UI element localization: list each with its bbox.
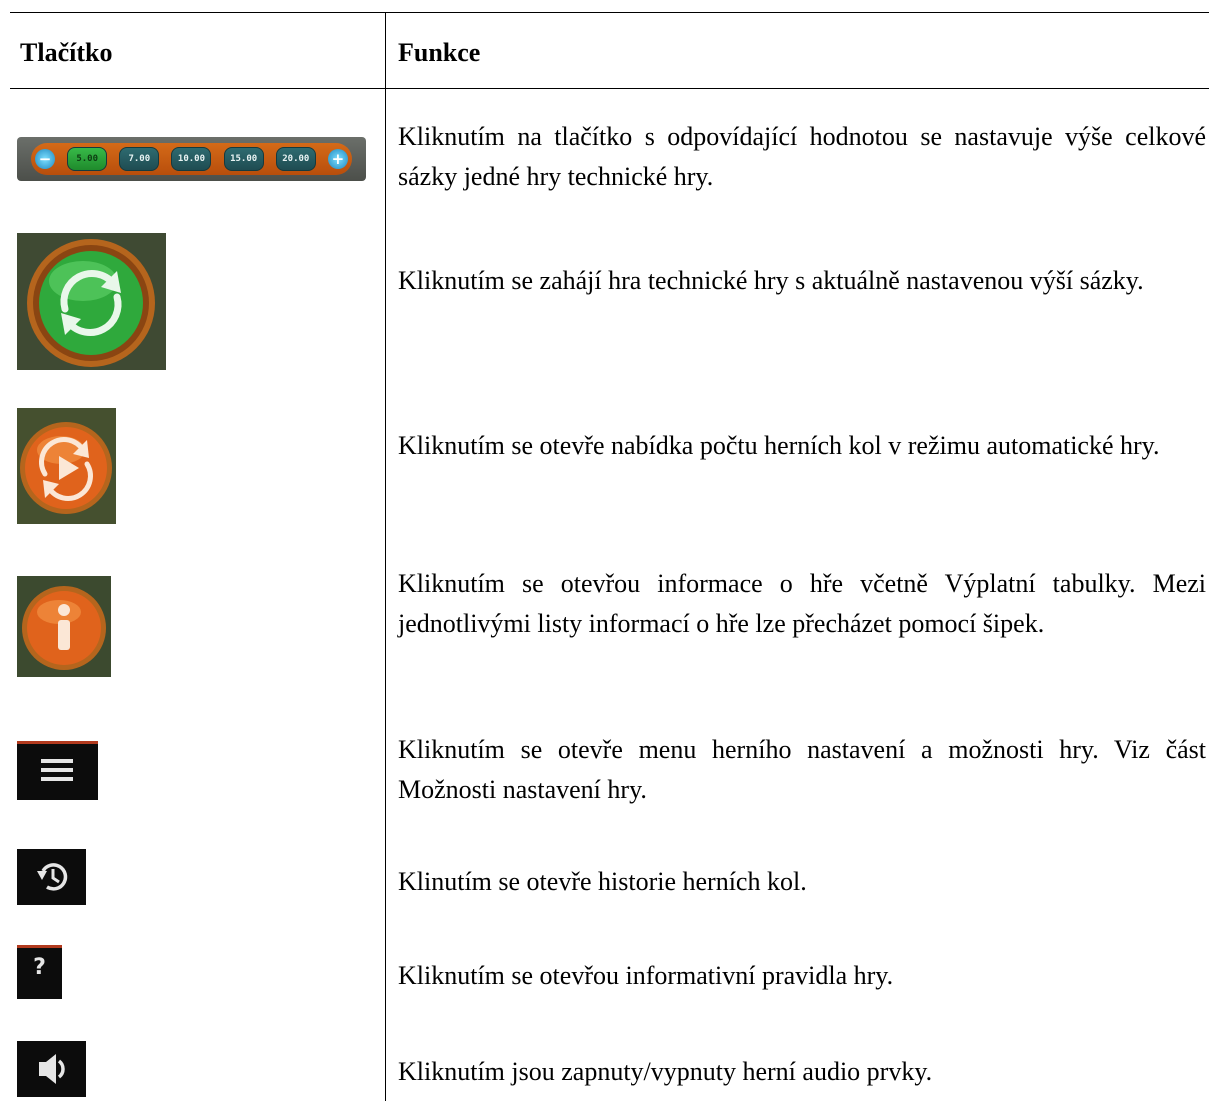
info-icon[interactable] xyxy=(17,576,111,677)
row-description: Klinutím se otevře historie herních kol. xyxy=(398,867,807,896)
table-header-border xyxy=(10,88,1209,89)
bet-option-button[interactable]: 10.00 xyxy=(171,147,212,171)
row-description: Kliknutím se otevře nabídka počtu herníc… xyxy=(398,431,1160,460)
icon-accent-line xyxy=(17,945,62,948)
row-description: Kliknutím jsou zapnuty/vypnuty herní aud… xyxy=(398,1057,933,1086)
row-description: Kliknutím na tlačítko s odpovídající hod… xyxy=(398,122,1206,191)
bet-decrease-button[interactable]: − xyxy=(35,149,55,169)
hamburger-menu-icon[interactable] xyxy=(17,741,98,800)
speaker-icon[interactable] xyxy=(17,1041,86,1097)
header-button: Tlačítko xyxy=(20,38,113,67)
table-top-border xyxy=(10,12,1209,13)
bet-selector-bar[interactable]: − 5.00 7.00 10.00 15.00 20.00 + xyxy=(17,137,366,181)
icon-accent-line xyxy=(17,741,98,744)
header-function: Funkce xyxy=(398,38,481,67)
help-symbol: ? xyxy=(33,955,46,980)
row-description: Kliknutím se zahájí hra technické hry s … xyxy=(398,266,1144,295)
help-icon[interactable]: ? xyxy=(17,945,62,999)
table-column-divider xyxy=(385,12,386,1101)
bet-option-button[interactable]: 7.00 xyxy=(119,147,160,171)
row-description: Kliknutím se otevřou informace o hře vče… xyxy=(398,569,1206,638)
bet-option-button[interactable]: 5.00 xyxy=(67,147,108,171)
row-description: Kliknutím se otevře menu herního nastave… xyxy=(398,735,1206,804)
autoplay-icon[interactable] xyxy=(17,408,116,524)
bet-option-button[interactable]: 15.00 xyxy=(223,147,264,171)
bet-option-button[interactable]: 20.00 xyxy=(275,147,316,171)
row-description: Kliknutím se otevřou informativní pravid… xyxy=(398,961,894,990)
bet-increase-button[interactable]: + xyxy=(327,149,348,169)
spin-icon[interactable] xyxy=(17,233,166,370)
history-icon[interactable] xyxy=(17,849,86,905)
